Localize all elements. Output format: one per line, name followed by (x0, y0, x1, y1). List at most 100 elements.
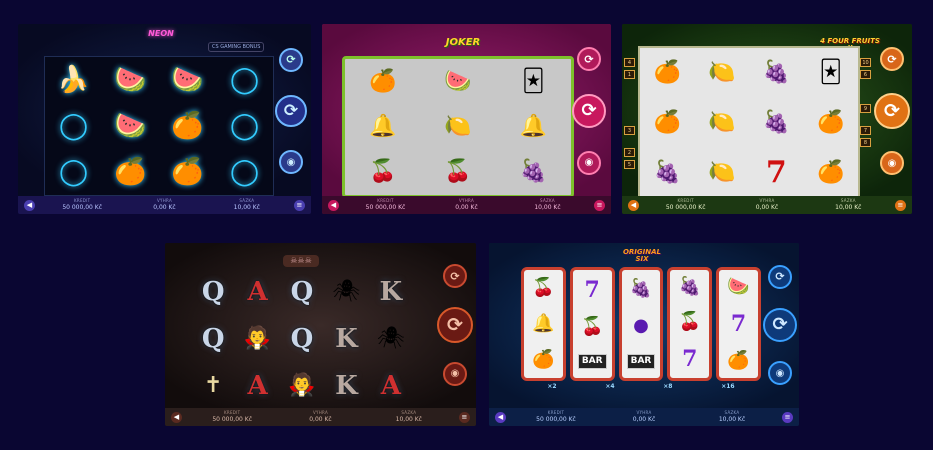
spin-button[interactable]: ⟳ (275, 94, 307, 127)
plum-icon: ◯ (229, 65, 260, 95)
multiplier-badge: ×4 (605, 383, 615, 390)
bet-value: 10,00 Kč (395, 416, 422, 423)
spin-button[interactable]: ⟳ (874, 93, 910, 129)
credit-value: 50 000,00 Kč (212, 416, 252, 423)
status-bar: ◀ KREDIT 50 000,00 Kč VÝHRA 0,00 Kč SÁZKA 1… (489, 408, 799, 426)
win-label: VÝHRA (759, 198, 775, 203)
payline-marker: 1 (624, 70, 635, 79)
grapes-icon: 🍇 (629, 277, 653, 299)
payline-marker: 6 (860, 70, 871, 79)
grapes-icon: 🍇 (653, 160, 681, 185)
autoplay-button[interactable]: ⟳ (443, 264, 467, 289)
win-value: 0,00 Kč (153, 204, 176, 211)
bet-coins-button[interactable]: ◉ (279, 150, 303, 175)
autoplay-button[interactable]: ⟳ (768, 264, 792, 289)
payline-markers-left: 4 1 3 2 5 (624, 58, 635, 169)
card-a-icon: A (247, 370, 268, 401)
bet-coins-button[interactable]: ◉ (443, 361, 467, 386)
spin-button[interactable]: ⟳ (572, 93, 606, 128)
cherry-icon: 🍒 (580, 316, 604, 338)
banana-icon: 🍌 (57, 65, 90, 95)
menu-button[interactable]: ≡ (293, 199, 305, 211)
card-q-icon: Q (201, 323, 225, 354)
game-panel-four-fruits[interactable]: 4 FOUR FRUITS II 4 1 3 2 5 10 6 9 7 8 🍊 … (622, 24, 912, 214)
card-k-icon: K (379, 277, 403, 308)
cherry-icon: 🍒 (678, 310, 701, 332)
spin-button[interactable]: ⟳ (437, 306, 473, 343)
reel-grid: Q A Q 🕷 K Q 🧛 Q K 🕷 ✝ A 🧛 K A (191, 269, 413, 409)
win-value: 0,00 Kč (632, 416, 656, 423)
status-bar: ◀ KREDIT 50 000,00 Kč VÝHRA 0,00 Kč SÁZKA 1… (622, 196, 912, 214)
credit-label: KREDIT (377, 198, 394, 203)
payline-markers-right: 10 6 9 7 8 (860, 58, 871, 147)
bet-coins-button[interactable]: ◉ (880, 151, 904, 175)
menu-button[interactable]: ≡ (782, 411, 793, 423)
win-label: VÝHRA (458, 198, 475, 203)
lemon-icon: 🍋 (708, 60, 736, 85)
reel-column: 🍉 7 🍊 (716, 267, 761, 381)
game-panel-joker[interactable]: JOKER 🍊 🍉 🃏 🔔 🍋 🔔 🍒 🍒 🍇 ⟳ ⟳ ◉ ◀ KREDIT 50… (322, 24, 611, 214)
vampire-icon: 🧛 (243, 325, 272, 351)
game-stage: 4 FOUR FRUITS II 4 1 3 2 5 10 6 9 7 8 🍊 … (622, 24, 912, 200)
sound-button[interactable]: ◀ (171, 411, 182, 423)
payline-marker: 3 (624, 126, 635, 135)
orange-icon: 🍊 (817, 160, 845, 185)
cross-icon: ✝ (203, 372, 223, 398)
menu-button[interactable]: ≡ (594, 199, 605, 211)
payline-marker: 7 (860, 126, 871, 135)
bet-coins-button[interactable]: ◉ (577, 150, 601, 175)
credit-field: KREDIT 50 000,00 Kč (645, 199, 726, 211)
joker-icon: 🃏 (819, 60, 842, 85)
autoplay-button[interactable]: ⟳ (577, 47, 601, 72)
multiplier-value: 16 (726, 383, 735, 390)
grapes-icon: 🍇 (762, 60, 790, 85)
game-panel-vampire[interactable]: ☠☠☠ Q A Q 🕷 K Q 🧛 Q K 🕷 ✝ A 🧛 K A ⟳ ⟳ ◉ … (165, 243, 476, 426)
autoplay-button[interactable]: ⟳ (880, 47, 904, 71)
plum-icon: ◯ (58, 157, 89, 187)
multiplier-badge: ×2 (547, 383, 557, 390)
spin-button[interactable]: ⟳ (763, 307, 797, 342)
orange-icon: 🍊 (653, 60, 681, 85)
control-column: ⟳ ⟳ ◉ (275, 36, 307, 186)
bet-field: SÁZKA 10,00 Kč (365, 411, 453, 423)
seven-icon: 7 (730, 310, 747, 337)
payline-marker: 8 (860, 138, 871, 147)
bet-label: SÁZKA (724, 410, 740, 415)
credit-field: KREDIT 50 000,00 Kč (188, 411, 276, 423)
sound-button[interactable]: ◀ (24, 199, 35, 211)
vampire-icon: 🧛 (288, 372, 316, 398)
game-stage: NEON CS GAMING BONUS 🍌 🍉 🍉 ◯ ◯ 🍉 🍊 ◯ ◯ 🍊… (18, 24, 311, 196)
bet-value: 10,00 Kč (233, 204, 260, 211)
win-label: VÝHRA (156, 198, 173, 203)
win-value: 0,00 Kč (455, 204, 478, 211)
win-label: VÝHRA (636, 410, 652, 415)
card-q-icon: Q (290, 277, 314, 308)
menu-button[interactable]: ≡ (894, 199, 906, 211)
win-field: VÝHRA 0,00 Kč (426, 199, 507, 211)
menu-button[interactable]: ≡ (458, 411, 470, 423)
credit-label: KREDIT (547, 410, 565, 415)
sound-button[interactable]: ◀ (328, 199, 339, 211)
credit-field: KREDIT 50 000,00 Kč (41, 199, 123, 211)
game-panel-neon[interactable]: NEON CS GAMING BONUS 🍌 🍉 🍉 ◯ ◯ 🍉 🍊 ◯ ◯ 🍊… (18, 24, 311, 214)
watermelon-icon: 🍉 (114, 111, 147, 141)
game-panel-original-six[interactable]: ORIGINAL SIX 🍒 🔔 🍊 7 🍒 BAR 🍇 ● BAR 🍇 🍒 7 (489, 243, 799, 426)
bell-icon: 🔔 (532, 313, 555, 334)
multiplier-badge: ×16 (721, 383, 735, 390)
sound-button[interactable]: ◀ (495, 411, 506, 423)
cherry-icon: 🍒 (368, 159, 397, 185)
card-q-icon: Q (290, 323, 314, 354)
win-label: VÝHRA (312, 410, 329, 415)
credit-field: KREDIT 50 000,00 Kč (512, 411, 600, 423)
bet-label: SÁZKA (239, 198, 255, 203)
bet-coins-button[interactable]: ◉ (768, 361, 792, 386)
credit-value: 50 000,00 Kč (536, 416, 576, 423)
bet-value: 10,00 Kč (534, 204, 561, 211)
bells-icon: 🔔 (519, 113, 548, 139)
status-bar: ◀ KREDIT 50 000,00 Kč VÝHRA 0,00 Kč SÁZKA 1… (322, 196, 611, 214)
bet-label: SÁZKA (540, 198, 555, 203)
sound-button[interactable]: ◀ (628, 199, 639, 211)
credit-value: 50 000,00 Kč (365, 204, 406, 211)
bet-field: SÁZKA 10,00 Kč (206, 199, 288, 211)
autoplay-button[interactable]: ⟳ (279, 47, 303, 72)
